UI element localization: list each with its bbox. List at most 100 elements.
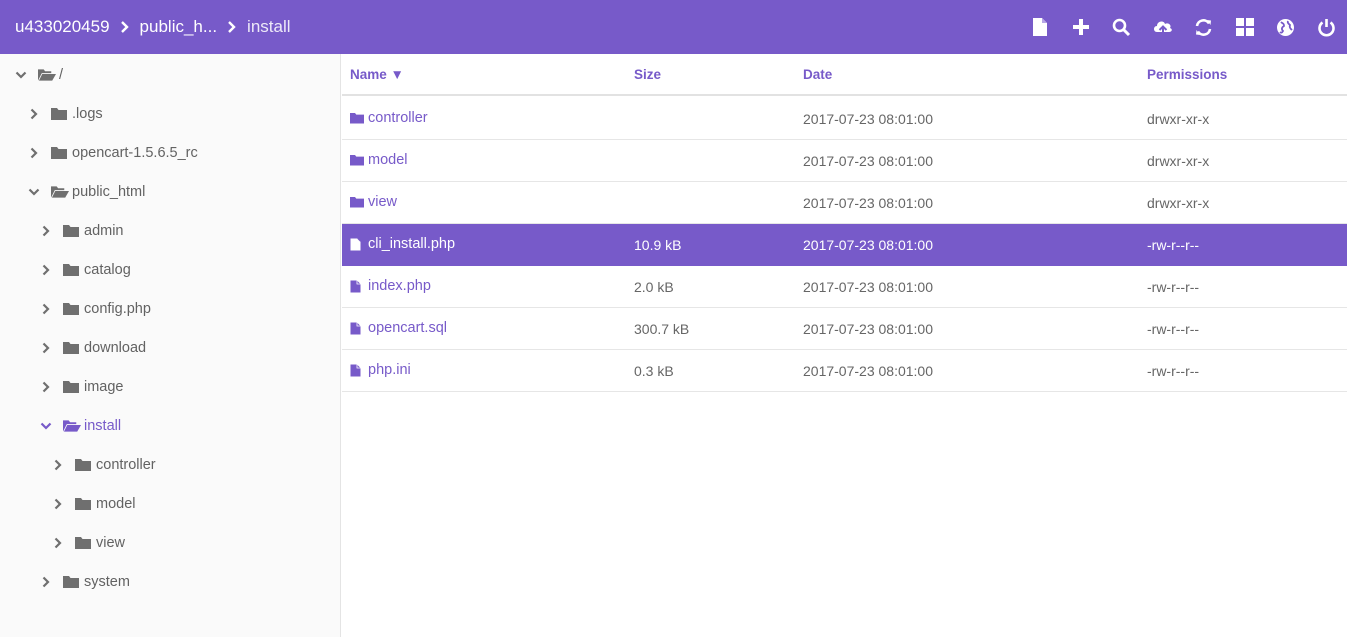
table-row[interactable]: opencart.sql 300.7 kB 2017-07-23 08:01:00 -… — [342, 308, 1347, 350]
chevron-right-icon[interactable] — [51, 536, 65, 550]
tree-item-label: admin — [84, 222, 124, 239]
table-row[interactable]: cli_install.php 10.9 kB 2017-07-23 08:01:0… — [342, 224, 1347, 266]
file-date: 2017-07-23 08:01:00 — [803, 237, 933, 253]
tree-item-label: opencart-1.5.6.5_rc — [72, 144, 198, 161]
column-header-name[interactable]: Name ▼ — [350, 67, 404, 82]
chevron-right-icon[interactable] — [39, 224, 53, 238]
chevron-down-icon[interactable] — [39, 419, 53, 433]
chevron-right-icon[interactable] — [51, 497, 65, 511]
search-icon — [1112, 18, 1131, 37]
file-size: 300.7 kB — [634, 321, 690, 337]
add-button[interactable] — [1060, 0, 1101, 54]
column-header-permissions[interactable]: Permissions — [1147, 67, 1227, 82]
tree-item[interactable]: controller — [0, 445, 340, 484]
upload-button[interactable] — [1142, 0, 1183, 54]
file-name-cell[interactable]: php.ini — [350, 362, 411, 378]
file-name: model — [368, 152, 408, 168]
new-file-icon — [1032, 17, 1048, 37]
file-permissions: -rw-r--r-- — [1147, 279, 1200, 295]
table-row[interactable]: view 2017-07-23 08:01:00 drwxr-xr-x — [342, 182, 1347, 224]
file-list: Name ▼ Size Date Permissions controller 2… — [342, 54, 1347, 637]
tree-item[interactable]: download — [0, 328, 340, 367]
grid-view-button[interactable] — [1224, 0, 1265, 54]
table-row[interactable]: php.ini 0.3 kB 2017-07-23 08:01:00 -rw-r--r… — [342, 350, 1347, 392]
globe-icon — [1276, 18, 1295, 37]
tree-item[interactable]: / — [0, 55, 340, 94]
file-name-cell[interactable]: controller — [350, 110, 428, 126]
table-row[interactable]: index.php 2.0 kB 2017-07-23 08:01:00 -rw-r-… — [342, 266, 1347, 308]
file-name-cell[interactable]: opencart.sql — [350, 320, 447, 336]
refresh-button[interactable] — [1183, 0, 1224, 54]
tree-item-label: install — [84, 417, 122, 434]
file-name-cell[interactable]: model — [350, 152, 408, 168]
tree-item[interactable]: model — [0, 484, 340, 523]
folder-icon — [63, 380, 81, 394]
chevron-right-icon[interactable] — [27, 146, 41, 160]
folder-icon — [75, 458, 93, 472]
file-permissions: drwxr-xr-x — [1147, 111, 1210, 127]
top-bar: u433020459 public_h... install — [0, 0, 1347, 54]
chevron-right-icon[interactable] — [39, 302, 53, 316]
file-icon — [350, 321, 364, 335]
chevron-right-icon[interactable] — [39, 341, 53, 355]
table-row[interactable]: model 2017-07-23 08:01:00 drwxr-xr-x — [342, 140, 1347, 182]
tree-item[interactable]: image — [0, 367, 340, 406]
tree-item[interactable]: admin — [0, 211, 340, 250]
search-button[interactable] — [1101, 0, 1142, 54]
chevron-right-icon[interactable] — [39, 263, 53, 277]
file-name-cell[interactable]: view — [350, 194, 397, 210]
tree-item-label: view — [96, 534, 126, 551]
new-file-button[interactable] — [1019, 0, 1060, 54]
chevron-right-icon[interactable] — [27, 107, 41, 121]
folder-icon — [51, 146, 69, 160]
file-name: view — [368, 194, 398, 210]
logout-button[interactable] — [1306, 0, 1347, 54]
chevron-right-icon — [217, 21, 247, 33]
tree-item[interactable]: install — [0, 406, 340, 445]
folder-icon — [350, 195, 364, 209]
file-permissions: -rw-r--r-- — [1147, 321, 1200, 337]
file-name: index.php — [368, 278, 431, 294]
file-name: php.ini — [368, 362, 411, 378]
file-name-cell[interactable]: cli_install.php — [350, 236, 455, 252]
file-size: 10.9 kB — [634, 237, 682, 253]
chevron-right-icon[interactable] — [51, 458, 65, 472]
chevron-down-icon[interactable] — [27, 185, 41, 199]
file-date: 2017-07-23 08:01:00 — [803, 363, 933, 379]
column-header-date[interactable]: Date — [803, 67, 832, 82]
breadcrumb-item-root[interactable]: u433020459 — [15, 17, 110, 37]
chevron-right-icon[interactable] — [39, 380, 53, 394]
tree-item-label: catalog — [84, 261, 131, 278]
file-name-cell[interactable]: index.php — [350, 278, 431, 294]
breadcrumb: u433020459 public_h... install — [0, 17, 291, 37]
globe-button[interactable] — [1265, 0, 1306, 54]
file-icon — [350, 363, 364, 377]
file-size: 2.0 kB — [634, 279, 674, 295]
column-header-size[interactable]: Size — [634, 67, 661, 82]
table-row[interactable]: controller 2017-07-23 08:01:00 drwxr-xr-x — [342, 98, 1347, 140]
chevron-right-icon — [110, 21, 140, 33]
folder-icon — [63, 263, 81, 277]
folder-icon — [63, 224, 81, 238]
tree-item-label: system — [84, 573, 130, 590]
folder-icon — [350, 153, 364, 167]
tree-item-label: download — [84, 339, 147, 356]
tree-item[interactable]: system — [0, 562, 340, 601]
breadcrumb-item-public-html[interactable]: public_h... — [140, 17, 218, 37]
tree-item-label: / — [59, 66, 64, 83]
tree-item[interactable]: .logs — [0, 94, 340, 133]
file-icon — [350, 237, 364, 251]
chevron-down-icon[interactable] — [14, 68, 28, 82]
file-date: 2017-07-23 08:01:00 — [803, 279, 933, 295]
folder-icon — [63, 302, 81, 316]
tree-item[interactable]: opencart-1.5.6.5_rc — [0, 133, 340, 172]
file-date: 2017-07-23 08:01:00 — [803, 321, 933, 337]
tree-item[interactable]: catalog — [0, 250, 340, 289]
tree-item[interactable]: config.php — [0, 289, 340, 328]
file-date: 2017-07-23 08:01:00 — [803, 153, 933, 169]
tree-item[interactable]: public_html — [0, 172, 340, 211]
folder-icon — [75, 536, 93, 550]
folder-icon — [350, 111, 364, 125]
chevron-right-icon[interactable] — [39, 575, 53, 589]
tree-item[interactable]: view — [0, 523, 340, 562]
